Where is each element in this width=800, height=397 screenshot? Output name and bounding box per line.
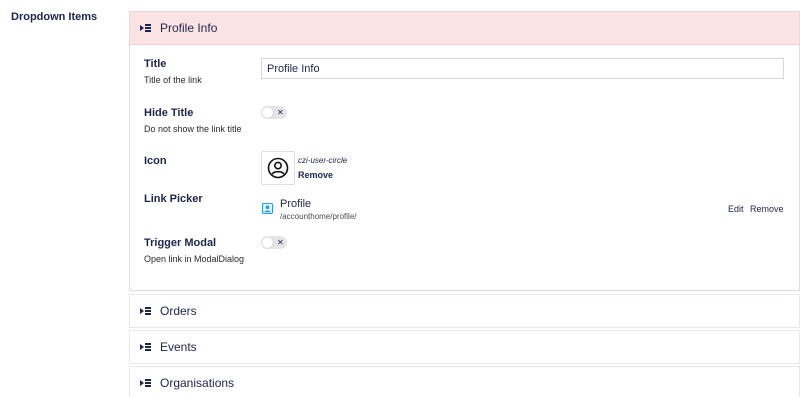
trigger-modal-label: Trigger Modal <box>144 237 217 249</box>
toggle-knob <box>262 237 273 248</box>
toggle-off-icon: ✕ <box>277 237 284 247</box>
expand-list-icon <box>140 306 152 316</box>
block-title: Orders <box>160 304 197 318</box>
link-edit-button[interactable]: Edit <box>728 204 744 214</box>
trigger-modal-description: Open link in ModalDialog <box>144 254 245 264</box>
block-organisations: Organisations <box>129 366 800 397</box>
expand-list-icon <box>140 378 152 388</box>
block-header-orders[interactable]: Orders <box>130 295 799 327</box>
icon-preview[interactable] <box>261 151 295 185</box>
hide-title-toggle[interactable]: ✕ <box>261 106 287 119</box>
link-user-icon <box>262 203 273 214</box>
block-header-organisations[interactable]: Organisations <box>130 367 799 397</box>
toggle-knob <box>262 107 273 118</box>
title-input[interactable] <box>261 58 784 79</box>
block-events: Events <box>129 330 800 364</box>
block-profile-info: Profile Info Title Title of the link Hid… <box>129 11 800 291</box>
hide-title-label: Hide Title <box>144 107 194 119</box>
title-field-label: Title <box>144 58 167 70</box>
title-field-description: Title of the link <box>144 75 202 85</box>
block-title: Profile Info <box>160 21 218 35</box>
block-header-events[interactable]: Events <box>130 331 799 363</box>
icon-remove-button[interactable]: Remove <box>298 170 333 180</box>
link-url: /accounthome/profile/ <box>280 212 357 221</box>
block-title: Events <box>160 340 197 354</box>
hide-title-description: Do not show the link title <box>144 124 242 134</box>
expand-list-icon <box>140 23 152 33</box>
expand-list-icon <box>140 342 152 352</box>
block-title: Organisations <box>160 376 235 390</box>
link-remove-button[interactable]: Remove <box>750 204 784 214</box>
icon-name: czi-user-circle <box>298 156 348 165</box>
user-circle-icon <box>267 157 289 179</box>
icon-field-label: Icon <box>144 155 167 167</box>
link-name: Profile <box>280 198 312 210</box>
property-label: Dropdown Items <box>11 11 98 23</box>
trigger-modal-toggle[interactable]: ✕ <box>261 236 287 249</box>
link-picker-label: Link Picker <box>144 193 203 205</box>
toggle-off-icon: ✕ <box>277 107 284 117</box>
block-header-profile-info[interactable]: Profile Info <box>130 12 799 45</box>
block-orders: Orders <box>129 294 800 328</box>
